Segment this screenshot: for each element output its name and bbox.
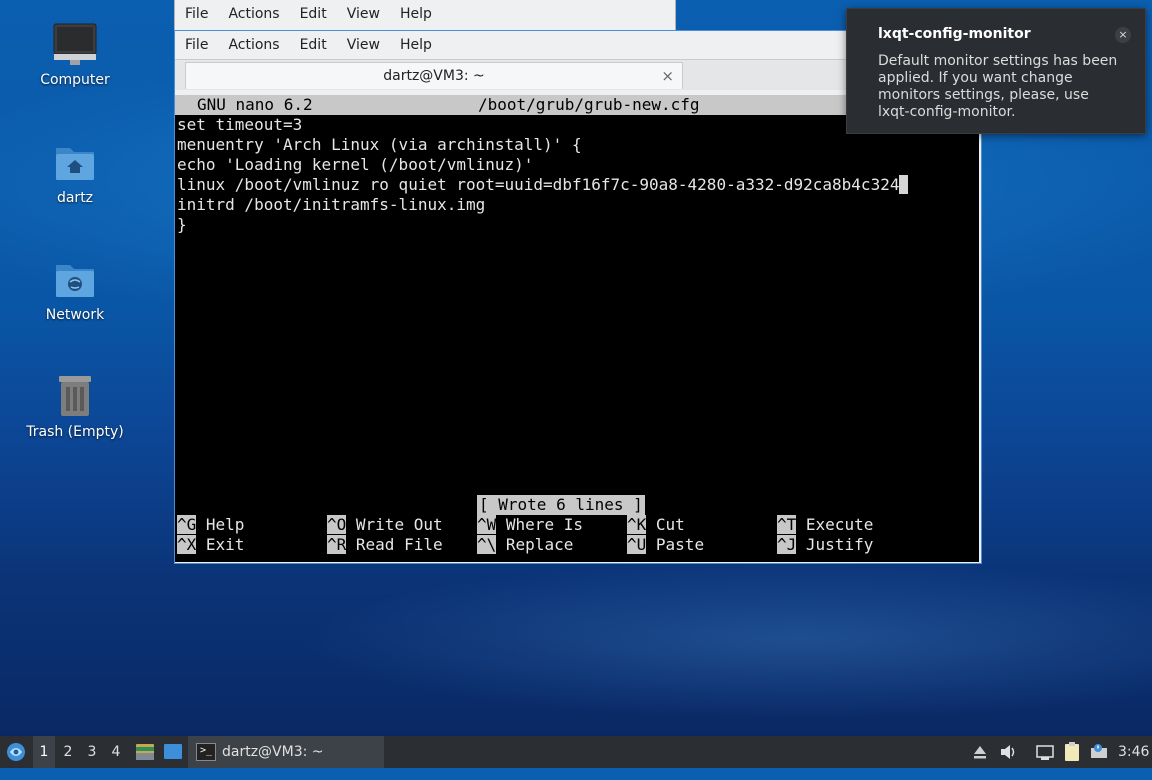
nano-filename: /boot/grub/grub-new.cfg <box>478 95 700 114</box>
shortcut-label: Exit <box>205 535 245 554</box>
computer-icon <box>50 22 100 68</box>
menu-file[interactable]: File <box>175 0 218 28</box>
lxqt-logo-icon <box>7 743 25 761</box>
file-manager-launcher[interactable] <box>134 736 156 768</box>
shortcut-key: ^O <box>327 515 347 534</box>
clipboard-tray[interactable] <box>1061 736 1083 768</box>
desktop-icon-label: Computer <box>40 72 110 88</box>
menu-view[interactable]: View <box>337 0 390 28</box>
desktop-icon-computer[interactable]: Computer <box>15 22 135 88</box>
menu-help[interactable]: Help <box>390 31 442 59</box>
menu-file[interactable]: File <box>175 31 218 59</box>
terminal-icon: >_ <box>196 743 216 761</box>
network-status[interactable] <box>1034 736 1056 768</box>
menu-view[interactable]: View <box>337 31 390 59</box>
editor-line: set timeout=3 <box>177 115 303 134</box>
menu-actions[interactable]: Actions <box>218 31 289 59</box>
menu-actions[interactable]: Actions <box>218 0 289 28</box>
taskbar-task-terminal[interactable]: >_ dartz@VM3: ~ <box>188 736 384 768</box>
desktop-icon-trash[interactable]: Trash (Empty) <box>15 374 135 440</box>
shortcut-cut[interactable]: ^K Cut <box>627 515 685 535</box>
shortcut-label: Help <box>205 515 245 534</box>
menu-help[interactable]: Help <box>390 0 442 28</box>
workspace-2[interactable]: 2 <box>57 736 79 768</box>
shortcut-label: Justify <box>805 535 874 554</box>
volume-icon <box>1001 745 1015 759</box>
shortcut-label: Replace <box>505 535 574 554</box>
editor-line: echo 'Loading kernel (/boot/vmlinuz)' <box>177 155 534 174</box>
terminal-area[interactable]: GNU nano 6.2 /boot/grub/grub-new.cfg set… <box>175 95 979 562</box>
notification-popup[interactable]: lxqt-config-monitor × Default monitor se… <box>846 8 1146 134</box>
workspace-4[interactable]: 4 <box>105 736 127 768</box>
shortcut-label: Execute <box>805 515 874 534</box>
network-wired-icon <box>1036 745 1054 760</box>
shortcut-exit[interactable]: ^X Exit <box>177 535 244 555</box>
notification-tray[interactable] <box>1088 736 1110 768</box>
shortcut-paste[interactable]: ^U Paste <box>627 535 704 555</box>
editor-line: } <box>177 215 187 234</box>
editor-line: menuentry 'Arch Linux (via archinstall)'… <box>177 135 582 154</box>
tab-close-icon[interactable]: × <box>661 63 674 89</box>
background-window[interactable]: File Actions Edit View Help <box>174 0 676 31</box>
shortcut-replace[interactable]: ^\ Replace <box>477 535 573 555</box>
editor-line-container: linux /boot/vmlinuz ro quiet root=uuid=d… <box>177 175 909 195</box>
shortcut-label: Where Is <box>505 515 583 534</box>
menubar: File Actions Edit View Help <box>175 0 675 28</box>
taskbar: 1 2 3 4 >_ dartz@VM3: ~ 3:46 <box>0 736 1152 768</box>
desktop-icon-label: Network <box>45 307 105 323</box>
tray-item[interactable] <box>970 736 990 768</box>
tab-terminal[interactable]: dartz@VM3: ~ × <box>185 62 683 89</box>
eject-icon <box>974 746 986 759</box>
shortcut-key: ^\ <box>477 535 497 554</box>
text-cursor <box>899 175 909 194</box>
menu-edit[interactable]: Edit <box>290 0 337 28</box>
notification-close-icon[interactable]: × <box>1115 27 1131 43</box>
shortcut-key: ^U <box>627 535 647 554</box>
workspace-3[interactable]: 3 <box>81 736 103 768</box>
nano-status-message: [ Wrote 6 lines ] <box>477 495 645 515</box>
workspace-1[interactable]: 1 <box>33 736 55 768</box>
desktop-icon-label: Trash (Empty) <box>26 424 124 440</box>
desktop-icon-home[interactable]: dartz <box>15 140 135 206</box>
notification-body: Default monitor settings has been applie… <box>878 53 1118 120</box>
app-menu-button[interactable] <box>4 736 28 768</box>
clipboard-icon <box>1065 742 1079 761</box>
clock[interactable]: 3:46 <box>1118 736 1149 768</box>
tab-title: dartz@VM3: ~ <box>383 68 485 84</box>
shortcut-where-is[interactable]: ^W Where Is <box>477 515 583 535</box>
desktop-icon-label: dartz <box>56 190 94 206</box>
shortcut-label: Write Out <box>355 515 443 534</box>
nano-version: GNU nano 6.2 <box>197 95 313 114</box>
editor-line: linux /boot/vmlinuz ro quiet root=uuid=d… <box>177 175 900 194</box>
volume-control[interactable] <box>998 736 1020 768</box>
shortcut-key: ^W <box>477 515 497 534</box>
shortcut-read-file[interactable]: ^R Read File <box>327 535 443 555</box>
trash-icon <box>50 374 100 420</box>
shortcut-key: ^K <box>627 515 647 534</box>
shortcut-help[interactable]: ^G Help <box>177 515 244 535</box>
shortcut-key: ^X <box>177 535 197 554</box>
menu-edit[interactable]: Edit <box>290 31 337 59</box>
desktop-icon <box>164 744 182 759</box>
shortcut-key: ^G <box>177 515 197 534</box>
shortcut-label: Cut <box>655 515 685 534</box>
network-folder-icon <box>50 257 100 303</box>
shortcut-key: ^R <box>327 535 347 554</box>
shortcut-label: Paste <box>655 535 705 554</box>
shortcut-justify[interactable]: ^J Justify <box>777 535 873 555</box>
shortcut-write-out[interactable]: ^O Write Out <box>327 515 443 535</box>
notification-icon <box>1091 744 1107 758</box>
editor-line: initrd /boot/initramfs-linux.img <box>177 195 486 214</box>
notification-title: lxqt-config-monitor <box>878 26 1031 42</box>
home-folder-icon <box>50 140 100 186</box>
file-manager-icon <box>136 744 154 760</box>
shortcut-key: ^J <box>777 535 797 554</box>
shortcut-key: ^T <box>777 515 797 534</box>
show-desktop-button[interactable] <box>161 736 185 768</box>
task-label: dartz@VM3: ~ <box>222 744 324 760</box>
shortcut-label: Read File <box>355 535 443 554</box>
shortcut-execute[interactable]: ^T Execute <box>777 515 873 535</box>
desktop-icon-network[interactable]: Network <box>15 257 135 323</box>
